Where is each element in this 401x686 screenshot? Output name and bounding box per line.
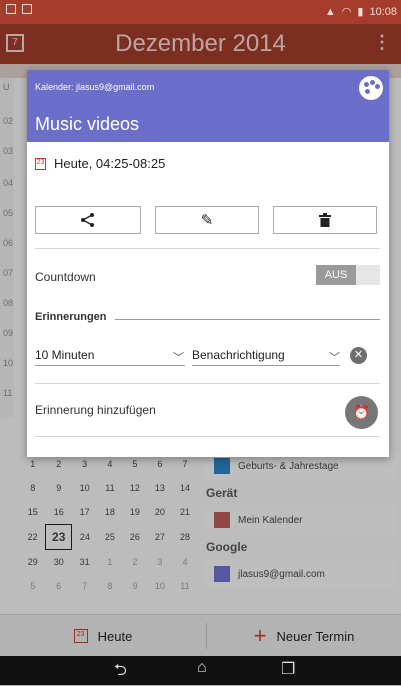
reminder-time-value: 10 Minuten <box>35 348 95 362</box>
battery-icon: ▮ <box>357 6 364 18</box>
divider <box>115 319 380 320</box>
pencil-icon: ✎ <box>200 212 214 229</box>
edit-button[interactable]: ✎ <box>155 206 259 234</box>
recents-icon[interactable]: ❐ <box>281 659 295 679</box>
alarm-plus-icon: ⏰ <box>352 404 371 420</box>
divider <box>35 436 380 437</box>
countdown-toggle[interactable]: AUS <box>316 265 380 285</box>
notification-icon <box>22 4 32 14</box>
add-alarm-button[interactable]: ⏰ <box>345 396 378 429</box>
calendar-icon: 23 <box>35 157 46 170</box>
share-button[interactable] <box>35 206 141 234</box>
chevron-down-icon: ﹀ <box>173 352 184 364</box>
reminder-type-select[interactable]: Benachrichtigung <box>192 348 340 366</box>
notification-icon <box>6 4 16 14</box>
toggle-state: AUS <box>316 265 356 285</box>
close-icon: ✕ <box>353 349 364 361</box>
reminder-type-value: Benachrichtigung <box>192 348 285 362</box>
status-bar: ▲ ◠ ▮ 10:08 <box>0 0 401 24</box>
trash-icon <box>319 213 331 227</box>
system-nav-bar: ⮌ ⌂ ❐ <box>0 656 401 685</box>
share-icon <box>81 213 94 227</box>
wifi-icon: ◠ <box>341 6 352 18</box>
divider <box>35 383 380 384</box>
signal-icon: ▲ <box>324 5 336 18</box>
dialog-header: Kalender: jlasus9@gmail.com Music videos <box>27 70 389 142</box>
event-detail-dialog: Kalender: jlasus9@gmail.com Music videos… <box>27 70 389 457</box>
add-reminder-label[interactable]: Erinnerung hinzufügen <box>35 403 156 417</box>
calendar-label: Kalender: jlasus9@gmail.com <box>35 82 155 92</box>
event-time-row: 23 Heute, 04:25-08:25 <box>35 156 165 171</box>
back-icon[interactable]: ⮌ <box>114 659 127 686</box>
palette-icon[interactable] <box>359 76 383 100</box>
reminder-time-select[interactable]: 10 Minuten <box>35 348 185 366</box>
reminders-header: Erinnerungen <box>35 311 107 323</box>
remove-reminder-button[interactable]: ✕ <box>350 347 367 364</box>
home-icon[interactable]: ⌂ <box>197 659 207 677</box>
event-time: Heute, 04:25-08:25 <box>54 156 166 171</box>
divider <box>35 248 380 249</box>
countdown-label: Countdown <box>35 270 96 284</box>
chevron-down-icon: ﹀ <box>329 352 340 364</box>
event-title: Music videos <box>35 114 140 134</box>
delete-button[interactable] <box>273 206 377 234</box>
clock: 10:08 <box>369 5 397 18</box>
